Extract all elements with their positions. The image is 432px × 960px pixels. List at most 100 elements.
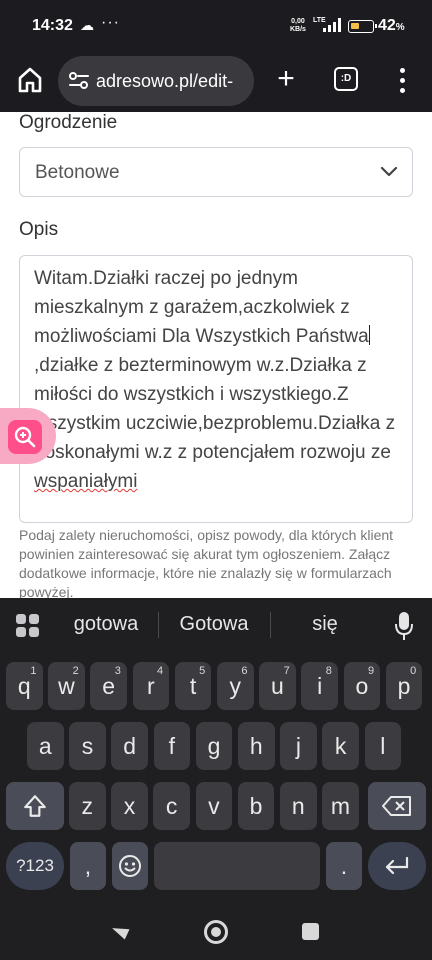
key-label: e <box>102 673 116 699</box>
key-s[interactable]: s <box>69 722 106 770</box>
key-label: f <box>168 733 176 759</box>
key-q[interactable]: q1 <box>6 662 43 710</box>
comma-key[interactable]: , <box>70 842 106 890</box>
shift-key[interactable] <box>6 782 64 830</box>
key-label: c <box>165 793 178 819</box>
description-label: Opis <box>19 219 59 240</box>
key-l[interactable]: l <box>364 722 402 770</box>
key-hint: 9 <box>367 665 375 677</box>
key-label: n <box>291 793 305 819</box>
key-j[interactable]: j <box>280 722 317 770</box>
fence-select[interactable]: Betonowe <box>19 147 413 197</box>
key-label: k <box>334 733 347 759</box>
network-speed-unit: KB/s <box>290 26 306 33</box>
status-time: 14:32 <box>32 17 73 34</box>
key-h[interactable]: h <box>238 722 275 770</box>
key-c[interactable]: c <box>153 782 190 830</box>
key-label: l <box>380 733 386 759</box>
system-nav-bar <box>0 900 432 960</box>
suggestion-2[interactable]: Gotowa <box>162 613 266 636</box>
battery-percentage: 42% <box>378 17 405 34</box>
space-key[interactable] <box>154 842 320 890</box>
cloud-icon: ☁ <box>80 17 94 33</box>
key-b[interactable]: b <box>237 782 275 830</box>
key-t[interactable]: t5 <box>174 662 212 710</box>
period-key[interactable]: . <box>326 842 362 890</box>
key-v[interactable]: v <box>195 782 233 830</box>
key-hint: 7 <box>283 665 290 677</box>
key-f[interactable]: f <box>153 722 191 770</box>
key-hint: 5 <box>199 665 206 677</box>
more-vert-icon[interactable] <box>396 64 410 96</box>
keyboard-apps-icon[interactable] <box>16 614 40 638</box>
key-label: v <box>208 793 220 819</box>
enter-key[interactable] <box>368 842 426 890</box>
key-i[interactable]: i8 <box>301 662 338 710</box>
zoom-button[interactable] <box>0 408 56 464</box>
symbols-key[interactable]: ?123 <box>6 842 64 890</box>
mic-icon[interactable] <box>394 610 414 642</box>
key-hint: 8 <box>325 665 332 677</box>
back-icon[interactable] <box>112 922 132 942</box>
network-speed: 0,00 KB/s <box>290 18 306 34</box>
suggestion-1[interactable]: gotowa <box>56 613 156 636</box>
description-textarea[interactable]: Witam.Działki raczej po jednym mieszkaln… <box>19 255 413 523</box>
key-x[interactable]: x <box>111 782 148 830</box>
emoji-key[interactable] <box>112 842 148 890</box>
tab-switcher-icon[interactable]: :D <box>334 67 358 91</box>
key-label: z <box>81 793 94 819</box>
key-y[interactable]: y6 <box>217 662 254 710</box>
suggestion-divider <box>270 612 271 638</box>
key-z[interactable]: z <box>69 782 106 830</box>
key-m[interactable]: m <box>322 782 359 830</box>
description-help-text: Podaj zalety nieruchomości, opisz powody… <box>19 527 394 598</box>
suggestion-3[interactable]: się <box>276 613 374 636</box>
key-o[interactable]: o9 <box>343 662 381 710</box>
site-settings-icon[interactable] <box>68 71 90 91</box>
plus-icon[interactable]: + <box>272 62 300 98</box>
backspace-icon <box>382 796 411 816</box>
key-label: r <box>147 673 155 699</box>
zoom-in-icon <box>14 426 36 448</box>
key-label: d <box>123 733 137 759</box>
key-r[interactable]: r4 <box>132 662 170 710</box>
battery-icon <box>348 20 377 33</box>
key-w[interactable]: w2 <box>48 662 85 710</box>
key-label: u <box>271 673 284 699</box>
key-label: m <box>330 793 351 819</box>
key-label: g <box>207 733 221 759</box>
home-icon[interactable] <box>204 920 228 944</box>
recents-icon[interactable] <box>302 923 319 940</box>
web-page: Ogrodzenie Betonowe Opis Witam.Działki r… <box>0 112 432 598</box>
key-label: p <box>397 673 411 699</box>
home-icon[interactable] <box>14 64 46 96</box>
key-e[interactable]: e3 <box>90 662 127 710</box>
key-label: h <box>249 733 263 759</box>
network-speed-value: 0,00 <box>291 18 305 25</box>
key-hint: 2 <box>72 665 79 677</box>
fence-label: Ogrodzenie <box>19 112 118 133</box>
more-notifications-icon: ··· <box>101 14 120 31</box>
address-bar[interactable]: adresowo.pl/edit- <box>58 56 254 106</box>
key-d[interactable]: d <box>111 722 148 770</box>
key-g[interactable]: g <box>195 722 233 770</box>
key-k[interactable]: k <box>322 722 359 770</box>
chevron-down-icon <box>380 166 398 177</box>
text-caret <box>368 325 371 345</box>
key-u[interactable]: u7 <box>259 662 296 710</box>
key-n[interactable]: n <box>280 782 317 830</box>
key-hint: 6 <box>241 665 248 677</box>
backspace-key[interactable] <box>368 782 426 830</box>
misspelled-word[interactable]: wspaniałymi <box>34 471 137 492</box>
description-text-part-2: ,działke z bezterminowym w.z.Działka z m… <box>34 355 396 463</box>
key-label: q <box>17 673 31 699</box>
key-p[interactable]: p0 <box>385 662 423 710</box>
key-a[interactable]: a <box>27 722 64 770</box>
key-hint: 0 <box>410 665 417 677</box>
key-label: x <box>123 793 136 819</box>
description-text: Witam.Działki raczej po jednym mieszkaln… <box>34 264 402 496</box>
key-label: o <box>355 673 369 699</box>
shift-icon <box>24 795 46 817</box>
suggestion-strip: gotowa Gotowa się <box>0 598 432 652</box>
key-label: t <box>189 673 197 699</box>
